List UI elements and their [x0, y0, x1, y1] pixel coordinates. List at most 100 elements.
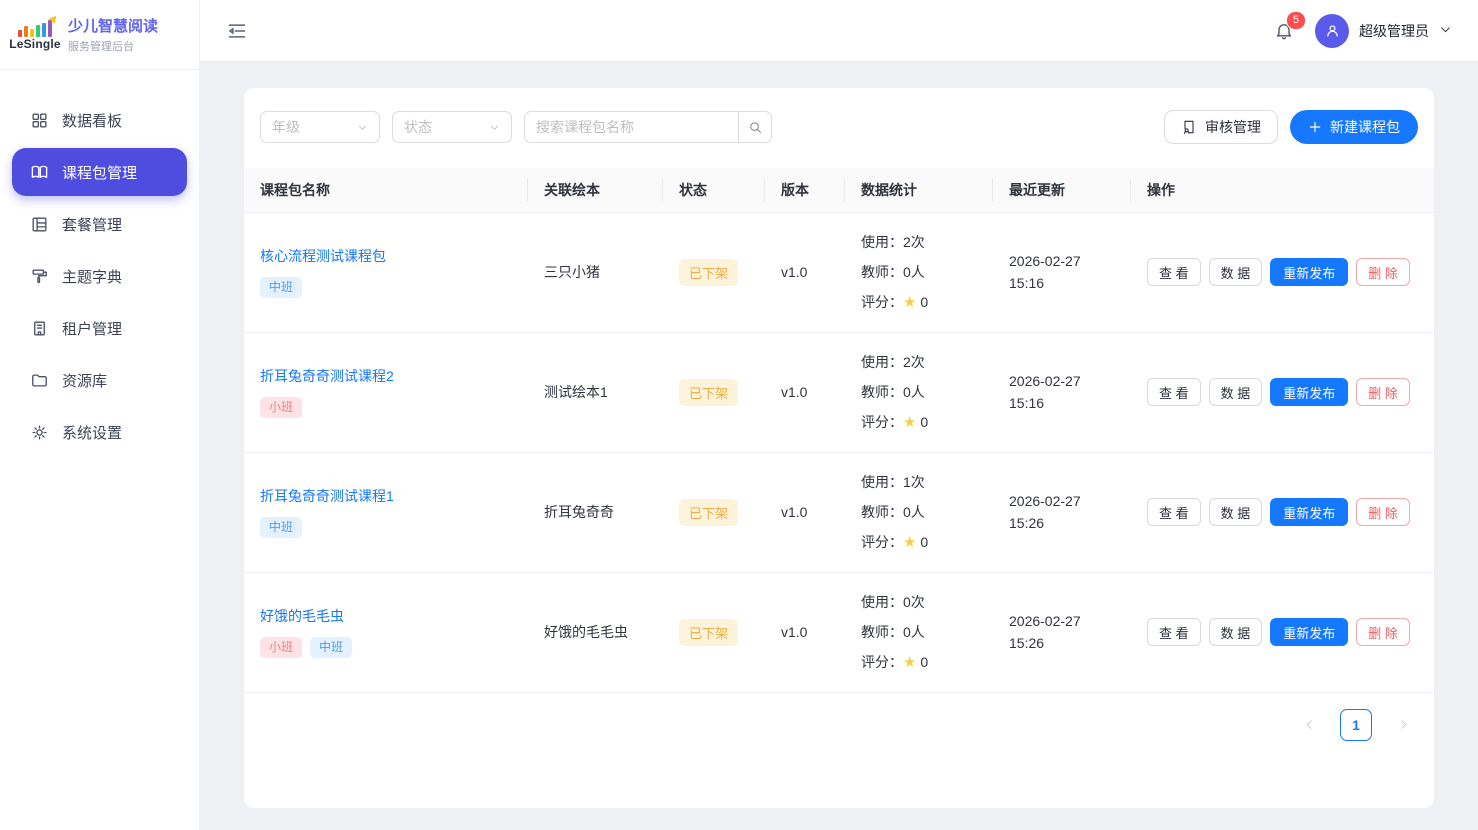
view-button[interactable]: 查 看: [1147, 378, 1201, 406]
sidebar-item-resources[interactable]: 资源库: [12, 356, 187, 404]
version: v1.0: [765, 452, 845, 572]
table-row: 好饿的毛毛虫 小班 中班 好饿的毛毛虫 已下架 v1.0 使用：0次 教师：0人…: [244, 572, 1434, 692]
logo-wordmark: LeSingle: [9, 37, 61, 51]
user-menu[interactable]: 超级管理员: [1315, 14, 1452, 48]
brand-logo: LeSingle 少儿智慧阅读 服务管理后台: [0, 0, 199, 70]
sidebar-item-dashboard[interactable]: 数据看板: [12, 96, 187, 144]
pagination-prev-button[interactable]: [1294, 710, 1324, 740]
filter-toolbar: 年级 状态 审核管理 新建课程包: [244, 88, 1434, 168]
pagination-page-1[interactable]: 1: [1340, 709, 1372, 741]
plus-icon: [1308, 120, 1322, 134]
column-header-actions: 操作: [1131, 168, 1434, 212]
user-icon: [1324, 22, 1341, 39]
stats-cell: 使用：2次 教师：0人 评分：★ 0: [845, 332, 993, 452]
pagination-next-button[interactable]: [1388, 710, 1418, 740]
paint-roller-icon: [30, 267, 49, 286]
republish-button[interactable]: 重新发布: [1270, 258, 1348, 286]
column-header-name: 课程包名称: [244, 168, 528, 212]
column-header-status: 状态: [663, 168, 765, 212]
notifications-button[interactable]: 5: [1271, 18, 1297, 44]
package-list-icon: [30, 215, 49, 234]
book-icon: [30, 163, 49, 182]
data-button[interactable]: 数 据: [1209, 618, 1263, 646]
sidebar-item-label: 租户管理: [62, 318, 122, 339]
audit-management-button[interactable]: 审核管理: [1164, 110, 1278, 144]
package-name-link[interactable]: 折耳兔奇奇测试课程1: [260, 486, 394, 506]
status-select[interactable]: 状态: [392, 111, 512, 143]
status-badge: 已下架: [679, 259, 738, 286]
grade-tag: 中班: [260, 517, 302, 539]
star-icon: ★: [903, 534, 916, 551]
grade-tag: 小班: [260, 637, 302, 659]
sidebar-collapse-button[interactable]: [224, 18, 250, 44]
view-button[interactable]: 查 看: [1147, 498, 1201, 526]
data-button[interactable]: 数 据: [1209, 378, 1263, 406]
row-actions: 查 看 数 据 重新发布 删 除: [1147, 618, 1418, 646]
view-button[interactable]: 查 看: [1147, 618, 1201, 646]
version: v1.0: [765, 212, 845, 332]
data-button[interactable]: 数 据: [1209, 258, 1263, 286]
column-header-stats: 数据统计: [845, 168, 993, 212]
course-package-table: 课程包名称 关联绘本 状态 版本 数据统计 最近更新 操作 核心流程测试课程包 …: [244, 168, 1434, 693]
column-header-book: 关联绘本: [528, 168, 663, 212]
brand-title: 少儿智慧阅读: [68, 15, 158, 36]
republish-button[interactable]: 重新发布: [1270, 378, 1348, 406]
delete-button[interactable]: 删 除: [1356, 258, 1410, 286]
search-button[interactable]: [738, 111, 772, 143]
notification-count-badge: 5: [1286, 11, 1306, 30]
delete-button[interactable]: 删 除: [1356, 498, 1410, 526]
status-badge: 已下架: [679, 379, 738, 406]
updated-cell: 2026-02-27 15:16: [993, 212, 1131, 332]
pagination: 1: [244, 693, 1434, 741]
column-header-version: 版本: [765, 168, 845, 212]
chevron-down-icon: [357, 122, 368, 133]
view-button[interactable]: 查 看: [1147, 258, 1201, 286]
updated-cell: 2026-02-27 15:16: [993, 332, 1131, 452]
sidebar-item-course-packages[interactable]: 课程包管理: [12, 148, 187, 196]
star-icon: ★: [903, 414, 916, 431]
search-input[interactable]: [524, 111, 738, 143]
grade-tag: 中班: [260, 277, 302, 299]
lesingle-logo-icon: LeSingle: [12, 19, 58, 51]
star-icon: ★: [903, 294, 916, 311]
sidebar-item-tenants[interactable]: 租户管理: [12, 304, 187, 352]
delete-button[interactable]: 删 除: [1356, 378, 1410, 406]
stats-cell: 使用：2次 教师：0人 评分：★ 0: [845, 212, 993, 332]
package-name-link[interactable]: 核心流程测试课程包: [260, 246, 386, 266]
sidebar-item-label: 套餐管理: [62, 214, 122, 235]
table-row: 折耳兔奇奇测试课程2 小班 测试绘本1 已下架 v1.0 使用：2次 教师：0人…: [244, 332, 1434, 452]
row-actions: 查 看 数 据 重新发布 删 除: [1147, 258, 1418, 286]
sidebar-item-theme-dictionary[interactable]: 主题字典: [12, 252, 187, 300]
package-name-link[interactable]: 折耳兔奇奇测试课程2: [260, 366, 394, 386]
stats-cell: 使用：0次 教师：0人 评分：★ 0: [845, 572, 993, 692]
search-group: [524, 111, 772, 143]
stats-cell: 使用：1次 教师：0人 评分：★ 0: [845, 452, 993, 572]
course-package-card: 年级 状态 审核管理 新建课程包: [244, 88, 1434, 808]
folder-icon: [30, 371, 49, 390]
sidebar-item-label: 数据看板: [62, 110, 122, 131]
sidebar-item-packages[interactable]: 套餐管理: [12, 200, 187, 248]
sidebar-item-label: 主题字典: [62, 266, 122, 287]
related-book: 折耳兔奇奇: [528, 452, 663, 572]
chevron-down-icon: [489, 122, 500, 133]
republish-button[interactable]: 重新发布: [1270, 618, 1348, 646]
delete-button[interactable]: 删 除: [1356, 618, 1410, 646]
updated-cell: 2026-02-27 15:26: [993, 572, 1131, 692]
avatar: [1315, 14, 1349, 48]
create-course-package-button[interactable]: 新建课程包: [1290, 110, 1418, 144]
related-book: 好饿的毛毛虫: [528, 572, 663, 692]
version: v1.0: [765, 572, 845, 692]
republish-button[interactable]: 重新发布: [1270, 498, 1348, 526]
chevron-down-icon: [1439, 20, 1452, 41]
sidebar-item-settings[interactable]: 系统设置: [12, 408, 187, 456]
data-button[interactable]: 数 据: [1209, 498, 1263, 526]
gear-icon: [30, 423, 49, 442]
dashboard-grid-icon: [30, 111, 49, 130]
grade-select-placeholder: 年级: [272, 117, 300, 137]
sidebar-item-label: 系统设置: [62, 422, 122, 443]
menu-fold-icon: [227, 21, 247, 41]
grade-select[interactable]: 年级: [260, 111, 380, 143]
package-name-link[interactable]: 好饿的毛毛虫: [260, 606, 344, 626]
status-badge: 已下架: [679, 499, 738, 526]
column-header-updated: 最近更新: [993, 168, 1131, 212]
